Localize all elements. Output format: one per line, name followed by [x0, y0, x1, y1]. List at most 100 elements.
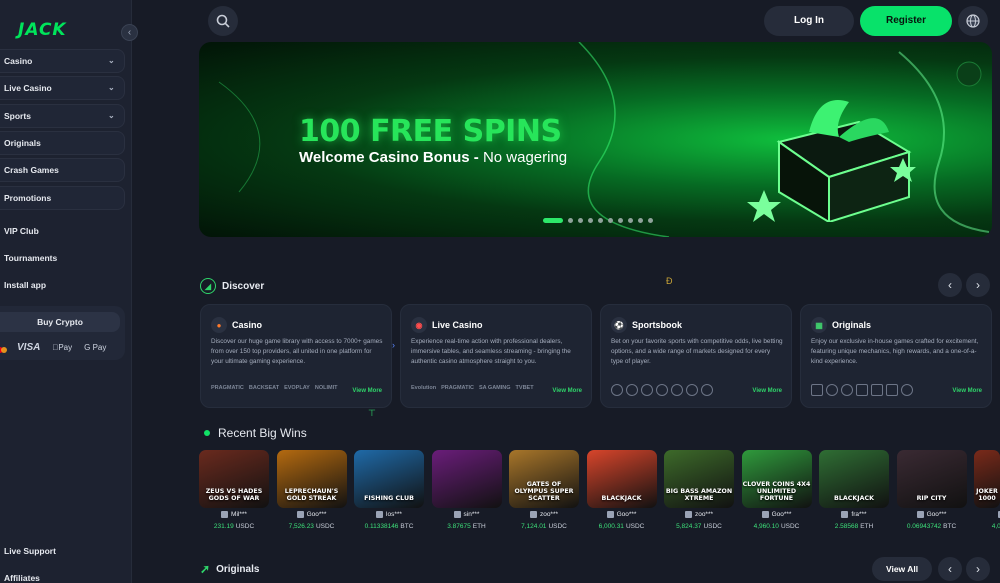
game-tile[interactable]: BLACKJACK [819, 450, 889, 508]
sidebar-item-label: Crash Games [4, 165, 59, 175]
carousel-dots [543, 218, 653, 223]
win-currency: ETH [860, 523, 874, 530]
sidebar-item-label: Casino [4, 56, 33, 66]
sidebar-collapse-button[interactable]: ‹ [121, 24, 138, 41]
casino-icon: ● [211, 317, 227, 333]
win-user: sin*** [432, 511, 502, 518]
provider-logos: Evolution PRAGMATIC SA GAMING TVBET [411, 385, 541, 391]
view-all-button[interactable]: View All [872, 557, 932, 581]
view-more-link[interactable]: View More [752, 388, 782, 394]
game-tile[interactable] [431, 450, 502, 508]
basketball-icon [626, 384, 638, 396]
win-currency: BTC [943, 523, 957, 530]
carousel-dot[interactable] [628, 218, 633, 223]
category-card-casino[interactable]: ● Casino Discover our huge game library … [200, 304, 392, 408]
originals-title: Originals [216, 563, 260, 575]
carousel-dot[interactable] [648, 218, 653, 223]
carousel-dot[interactable] [543, 218, 563, 223]
discover-prev-button[interactable]: ‹ [938, 273, 962, 297]
provider-logo: Evolution [411, 385, 437, 391]
carousel-dot[interactable] [638, 218, 643, 223]
originals-prev-button[interactable]: ‹ [938, 557, 962, 581]
view-more-link[interactable]: View More [552, 388, 582, 394]
gift-box-image [747, 100, 916, 222]
sidebar-item-install-app[interactable]: Install app [4, 280, 46, 290]
provider-logos: PRAGMATIC BACKSEAT EVOPLAY NOLIMIT [211, 385, 341, 391]
game-tile[interactable]: FISHING CLUB [354, 450, 424, 508]
carousel-dot[interactable] [588, 218, 593, 223]
sidebar-item-originals[interactable]: Originals [0, 131, 125, 155]
sidebar-item-vip-club[interactable]: VIP Club [4, 226, 39, 236]
language-button[interactable] [958, 6, 988, 36]
sidebar-item-casino[interactable]: Casino ⌄ [0, 49, 125, 73]
category-card-sportsbook[interactable]: ⚽ Sportsbook Bet on your favorite sports… [600, 304, 792, 408]
originals-next-button[interactable]: › [966, 557, 990, 581]
globe-icon [966, 14, 980, 28]
apple-pay-icon: Pay [52, 343, 72, 352]
game-tile[interactable]: LEPRECHAUN'S GOLD STREAK [276, 450, 347, 508]
game-tile[interactable]: JOKER 1000 [974, 450, 1000, 508]
sidebar-item-sports[interactable]: Sports ⌄ [0, 104, 125, 128]
game-tile[interactable]: BLACKJACK [586, 450, 657, 508]
win-amount-value: 4,055.4717 [991, 523, 1000, 530]
sidebar-item-crash-games[interactable]: Crash Games [0, 158, 125, 182]
win-amount: 5,824.37 USDC [664, 523, 734, 530]
game-tile[interactable]: GATES OF OLYMPUS SUPER SCATTER [509, 450, 579, 508]
carousel-dot[interactable] [568, 218, 573, 223]
register-button[interactable]: Register [860, 6, 952, 36]
soccer-icon [611, 384, 623, 396]
win-user: fra*** [819, 511, 889, 518]
win-amount-value: 0.06943742 [906, 523, 942, 530]
win-amount: 6,000.31 USDC [587, 523, 657, 530]
game-tile[interactable]: BIG BASS AMAZON XTREME [664, 450, 734, 508]
category-card-title: Live Casino [432, 320, 483, 330]
provider-logo: PRAGMATIC [441, 385, 474, 391]
carousel-dot[interactable] [598, 218, 603, 223]
sidebar-item-live-casino[interactable]: Live Casino ⌄ [0, 76, 125, 100]
game-tile[interactable]: ZEUS VS HADES GODS OF WAR [199, 450, 269, 508]
sidebar: JACK ‹ Casino ⌄ Live Casino ⌄ Sports ⌄ O… [0, 0, 138, 583]
banner-subtitle: Welcome Casino Bonus - No wagering [299, 149, 567, 166]
view-more-link[interactable]: View More [352, 388, 382, 394]
carousel-dot[interactable] [578, 218, 583, 223]
game-tile-title: RIP CITY [916, 495, 947, 502]
sidebar-item-live-support[interactable]: Live Support [4, 546, 56, 556]
category-card-live-casino[interactable]: ◉ Live Casino Experience real-time actio… [400, 304, 592, 408]
user-icon [684, 511, 692, 518]
carousel-dot[interactable] [618, 218, 623, 223]
win-currency: BTC [400, 523, 414, 530]
esports-icon [686, 384, 698, 396]
compass-icon: ◢ [200, 278, 216, 294]
google-pay-icon: G Pay [78, 342, 106, 352]
buy-crypto-button[interactable]: Buy Crypto [0, 312, 120, 332]
game-tile-title: BLACKJACK [601, 495, 642, 502]
provider-logo: BACKSEAT [248, 385, 280, 391]
category-card-originals[interactable]: ▦ Originals Enjoy our exclusive in-house… [800, 304, 992, 408]
login-button[interactable]: Log In [764, 6, 854, 36]
win-amount-value: 2.58568 [834, 523, 859, 530]
search-button[interactable] [208, 6, 238, 36]
win-amount: 3.87675 ETH [432, 523, 502, 530]
sidebar-item-tournaments[interactable]: Tournaments [4, 253, 57, 263]
dice-icon [856, 384, 868, 396]
coin-icon: Đ [666, 276, 673, 286]
win-amount: 7,124.01 USDC [509, 523, 579, 530]
win-currency: ETH [472, 523, 486, 530]
sidebar-item-promotions[interactable]: Promotions [0, 186, 125, 210]
win-username: los*** [386, 511, 402, 518]
game-tile[interactable]: CLOVER COINS 4X4 UNLIMITED FORTUNE [741, 450, 812, 508]
jack-logo[interactable]: JACK [18, 20, 88, 42]
game-tile[interactable]: RIP CITY [896, 450, 967, 508]
discover-next-button[interactable]: › [966, 273, 990, 297]
promo-banner[interactable]: 100 FREE SPINS Welcome Casino Bonus - No… [199, 42, 992, 237]
carousel-dot[interactable] [608, 218, 613, 223]
rocket-icon: ➚ [200, 562, 211, 576]
view-more-link[interactable]: View More [952, 388, 982, 394]
apple-pay-label: Pay [52, 342, 72, 352]
win-amount-value: 3.87675 [447, 523, 471, 530]
recent-wins-title: Recent Big Wins [218, 426, 307, 440]
sidebar-item-affiliates[interactable]: Affiliates [4, 573, 40, 583]
win-username: zoo*** [539, 511, 559, 518]
category-card-desc: Experience real-time action with profess… [411, 338, 571, 365]
sidebar-item-label: Promotions [4, 193, 52, 203]
